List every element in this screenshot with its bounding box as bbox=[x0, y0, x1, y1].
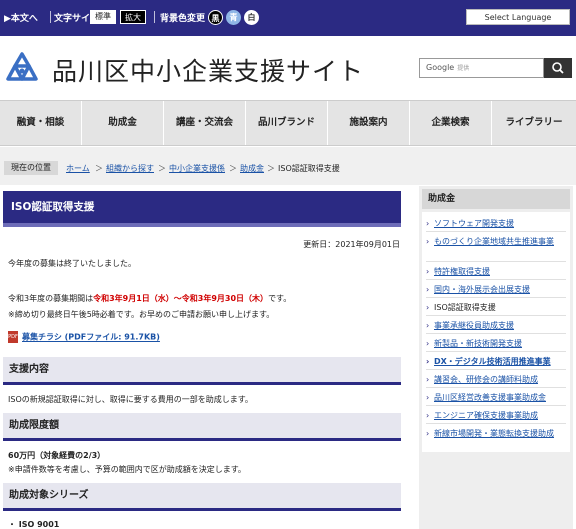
bg-blue-button[interactable]: 青 bbox=[226, 10, 241, 25]
period-dates: 令和3年9月1日（水）～令和3年9月30日（木） bbox=[93, 294, 269, 303]
sidebar-item-management[interactable]: 品川区経営改善支援事業助成金 bbox=[426, 392, 566, 403]
sidebar-item-succession[interactable]: 事業承継役員助成支援 bbox=[426, 320, 566, 331]
sidebar-item-exhibition[interactable]: 国内・海外展示会出展支援 bbox=[426, 284, 566, 295]
divider bbox=[426, 369, 566, 370]
period-text: 令和3年度の募集期間は令和3年9月1日（水）～令和3年9月30日（木）です。 bbox=[8, 294, 292, 303]
bg-black-button[interactable]: 黒 bbox=[208, 10, 223, 25]
breadcrumb-subsidies[interactable]: 助成金 bbox=[240, 163, 264, 174]
page-title: ISO認証取得支援 bbox=[3, 191, 401, 227]
breadcrumb-label: 現在の位置 bbox=[4, 161, 58, 175]
limit-amount: 60万円（対象経費の2/3） bbox=[8, 451, 106, 460]
bg-color-label: 背景色変更 bbox=[160, 14, 206, 24]
section-heading-support: 支援内容 bbox=[3, 357, 401, 385]
sidebar-list: ソフトウェア開発支援 ものづくり企業地域共生推進事業 特許権取得支援 国内・海外… bbox=[422, 212, 570, 452]
breadcrumb: 現在の位置 ホーム ＞ 組織から探す ＞ 中小企業支援係 ＞ 助成金 ＞ ISO… bbox=[0, 147, 576, 185]
divider bbox=[426, 231, 566, 232]
global-nav: 融資・相談 助成金 講座・交流会 品川ブランド 施設案内 企業検索 ライブラリー bbox=[0, 100, 576, 146]
series-item: ・ ISO 9001 bbox=[8, 520, 60, 529]
nav-item-library[interactable]: ライブラリー bbox=[492, 101, 576, 145]
sidebar-item-new-product[interactable]: 新製品・新技術開発支援 bbox=[426, 338, 566, 349]
divider bbox=[154, 11, 155, 23]
nav-item-seminars[interactable]: 講座・交流会 bbox=[164, 101, 246, 145]
divider bbox=[426, 297, 566, 298]
sidebar-item-iso[interactable]: ISO認証取得支援 bbox=[426, 302, 566, 313]
divider bbox=[426, 333, 566, 334]
sidebar-item-monozukuri[interactable]: ものづくり企業地域共生推進事業 bbox=[426, 236, 566, 247]
bg-white-button[interactable]: 白 bbox=[244, 10, 259, 25]
site-title[interactable]: 品川区中小企業支援サイト bbox=[52, 52, 364, 88]
sidebar: 助成金 ソフトウェア開発支援 ものづくり企業地域共生推進事業 特許権取得支援 国… bbox=[419, 186, 573, 529]
section-heading-limit: 助成限度額 bbox=[3, 413, 401, 441]
breadcrumb-separator: ＞ bbox=[229, 164, 237, 173]
nav-item-brand[interactable]: 品川ブランド bbox=[246, 101, 328, 145]
divider bbox=[50, 11, 51, 23]
nav-item-loans[interactable]: 融資・相談 bbox=[0, 101, 82, 145]
shinagawa-logo-icon[interactable] bbox=[2, 50, 42, 90]
search-icon bbox=[552, 62, 564, 74]
nav-item-subsidies[interactable]: 助成金 bbox=[82, 101, 164, 145]
divider bbox=[426, 387, 566, 388]
search-input[interactable]: Google 提供 bbox=[419, 58, 544, 78]
pdf-icon: PDF bbox=[8, 331, 18, 343]
sidebar-item-patent[interactable]: 特許権取得支援 bbox=[426, 266, 566, 277]
flyer-pdf-link[interactable]: PDF 募集チラシ (PDFファイル: 91.7KB) bbox=[8, 331, 160, 343]
search-brand: Google 提供 bbox=[426, 63, 470, 72]
divider bbox=[426, 351, 566, 352]
breadcrumb-home[interactable]: ホーム bbox=[66, 163, 90, 174]
divider bbox=[426, 405, 566, 406]
sidebar-heading: 助成金 bbox=[422, 189, 570, 209]
search-button[interactable] bbox=[544, 58, 572, 78]
sidebar-item-dx[interactable]: DX・デジタル技術活用推進事業 bbox=[426, 356, 566, 367]
breadcrumb-separator: ＞ bbox=[158, 164, 166, 173]
divider bbox=[426, 279, 566, 280]
breadcrumb-separator: ＞ bbox=[95, 164, 103, 173]
sidebar-item-lecturer[interactable]: 講習会、研修会の講師料助成 bbox=[426, 374, 566, 385]
sidebar-item-software[interactable]: ソフトウェア開発支援 bbox=[426, 218, 566, 229]
breadcrumb-sme-support[interactable]: 中小企業支援係 bbox=[169, 163, 225, 174]
breadcrumb-current: ISO認証取得支援 bbox=[278, 164, 340, 173]
divider bbox=[426, 315, 566, 316]
divider bbox=[426, 423, 566, 424]
utility-bar: ▶本文へ 文字サイズ 標準 拡大 背景色変更 黒 青 白 Select Lang… bbox=[0, 0, 576, 36]
nav-item-company-search[interactable]: 企業検索 bbox=[410, 101, 492, 145]
language-select[interactable]: Select Language bbox=[466, 9, 570, 25]
updated-date: 更新日：2021年09月01日 bbox=[303, 240, 400, 249]
notice-text: 今年度の募集は終了いたしました。 bbox=[8, 259, 136, 268]
site-header: 品川区中小企業支援サイト Google 提供 bbox=[0, 36, 576, 100]
skip-to-content-link[interactable]: ▶本文へ bbox=[4, 11, 38, 24]
divider bbox=[426, 261, 566, 262]
limit-note: ※申請件数等を考慮し、予算の範囲内で区が助成額を決定します。 bbox=[8, 465, 246, 474]
sidebar-item-new-market[interactable]: 新線市場開発・業態転換支援助成 bbox=[426, 428, 566, 439]
support-text: ISOの新規認証取得に対し、取得に要する費用の一部を助成します。 bbox=[8, 395, 253, 404]
breadcrumb-organization[interactable]: 組織から探す bbox=[106, 163, 154, 174]
breadcrumb-separator: ＞ bbox=[267, 164, 275, 173]
nav-item-facilities[interactable]: 施設案内 bbox=[328, 101, 410, 145]
font-large-button[interactable]: 拡大 bbox=[120, 10, 146, 24]
deadline-note: ※締め切り最終日午後5時必着です。お早めのご申請お願い申し上げます。 bbox=[8, 310, 275, 319]
sidebar-item-engineer[interactable]: エンジニア確保支援事業助成 bbox=[426, 410, 566, 421]
font-standard-button[interactable]: 標準 bbox=[90, 10, 116, 24]
section-heading-series: 助成対象シリーズ bbox=[3, 483, 401, 511]
